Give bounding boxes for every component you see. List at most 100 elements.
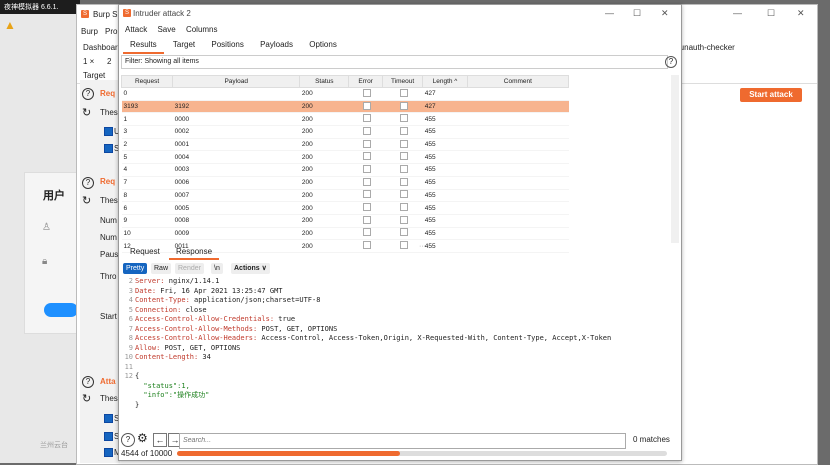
cell-payload: 0007 — [172, 189, 300, 203]
cell-comment — [467, 176, 569, 190]
cell-error — [348, 239, 383, 253]
section-title: Atta — [100, 377, 116, 386]
response-line: "status":1, — [121, 382, 677, 392]
table-row[interactable]: 0 200 427 — [121, 87, 569, 101]
cell-request: 3 — [121, 125, 173, 139]
newline-button[interactable]: \n — [211, 263, 223, 274]
burp-menu-burp[interactable]: Burp — [81, 27, 98, 36]
col-request[interactable]: Request — [120, 75, 174, 88]
cell-error — [348, 87, 383, 101]
refresh-icon[interactable]: ↻ — [82, 194, 91, 207]
cell-error — [348, 138, 383, 152]
table-row[interactable]: 3193 3192 200 427 — [121, 100, 569, 114]
tab-request[interactable]: Request — [123, 245, 167, 258]
table-row[interactable]: 4 0003 200 455 — [121, 163, 569, 177]
response-line: 3 Date: Fri, 16 Apr 2021 13:25:47 GMT — [121, 287, 677, 297]
cell-error — [348, 176, 383, 190]
burp-target-tab[interactable]: Target — [83, 71, 105, 80]
render-button[interactable]: Render — [175, 263, 204, 274]
burp-subtab-1[interactable]: 1 × — [83, 57, 94, 66]
help-icon[interactable]: ? — [82, 177, 94, 189]
checkbox[interactable] — [104, 448, 113, 457]
burp-extension-tab[interactable]: -unauth-checker — [677, 43, 735, 52]
actions-button[interactable]: Actions ∨ — [231, 263, 270, 274]
gear-icon[interactable]: ⚙ — [137, 431, 148, 445]
refresh-icon[interactable]: ↻ — [82, 392, 91, 405]
menu-save[interactable]: Save — [157, 25, 175, 34]
table-row[interactable]: 7 0006 200 455 — [121, 176, 569, 190]
cell-length: 427 — [422, 87, 468, 101]
cell-request: 8 — [121, 189, 173, 203]
back-arrow-icon[interactable]: ← — [153, 433, 167, 447]
col-payload[interactable]: Payload — [172, 75, 301, 88]
burp-subtab-2[interactable]: 2 — [107, 57, 111, 66]
tab-options[interactable]: Options — [302, 37, 344, 52]
cell-status: 200 — [299, 239, 349, 253]
help-icon[interactable]: ? — [121, 433, 135, 447]
login-button[interactable] — [44, 303, 78, 317]
close-icon[interactable]: ✕ — [797, 8, 805, 19]
cell-request: 10 — [121, 227, 173, 241]
raw-button[interactable]: Raw — [151, 263, 172, 274]
col-timeout[interactable]: Timeout — [381, 75, 424, 88]
start-attack-button[interactable]: Start attack — [740, 88, 802, 102]
table-row[interactable]: 5 0004 200 455 — [121, 150, 569, 165]
menu-attack[interactable]: Attack — [125, 25, 147, 34]
minimize-icon[interactable]: — — [605, 8, 614, 18]
cell-comment — [467, 150, 569, 165]
checkbox[interactable] — [104, 414, 113, 423]
menu-columns[interactable]: Columns — [186, 25, 218, 34]
cell-comment — [467, 239, 569, 253]
cell-comment — [467, 112, 569, 127]
filter-bar[interactable]: Filter: Showing all items — [121, 55, 668, 69]
help-icon[interactable]: ? — [82, 88, 94, 100]
cell-length: 455 — [422, 189, 468, 203]
maximize-icon[interactable]: ☐ — [633, 8, 641, 19]
cell-error — [348, 227, 383, 241]
col-status[interactable]: Status — [299, 75, 350, 88]
intruder-menu: Attack Save Columns — [125, 25, 226, 34]
response-line: 12{ — [121, 372, 677, 382]
close-icon[interactable]: ✕ — [661, 8, 669, 19]
checkbox[interactable] — [104, 432, 113, 441]
splitter-handle[interactable]: ··· — [419, 243, 431, 250]
checkbox — [362, 190, 371, 199]
intruder-logo-icon: S — [123, 9, 131, 17]
minimize-icon[interactable]: — — [733, 8, 742, 18]
cell-error — [348, 163, 383, 177]
tab-results[interactable]: Results — [123, 37, 164, 54]
tab-payloads[interactable]: Payloads — [253, 37, 300, 52]
response-body[interactable]: 2 Server: nginx/1.14.1 3 Date: Fri, 16 Apr … — [121, 277, 677, 431]
help-icon[interactable]: ? — [665, 56, 677, 68]
checkbox[interactable] — [104, 144, 113, 153]
table-row[interactable]: 2 0001 200 455 — [121, 138, 569, 152]
tab-response[interactable]: Response — [169, 245, 220, 260]
cell-comment — [467, 189, 569, 203]
search-input[interactable] — [179, 433, 626, 449]
table-row[interactable]: 1 0000 200 455 — [121, 112, 569, 127]
burp-menu-project[interactable]: Pro — [105, 27, 117, 36]
col-error[interactable]: Error — [348, 75, 383, 88]
refresh-icon[interactable]: ↻ — [82, 106, 91, 119]
table-row[interactable]: 8 0007 200 455 — [121, 189, 569, 203]
checkbox[interactable] — [104, 127, 113, 136]
col-length[interactable]: Length ^ — [422, 75, 468, 88]
table-row[interactable]: 3 0002 200 455 — [121, 125, 569, 139]
response-line: 9 Allow: POST, GET, OPTIONS — [121, 344, 677, 354]
maximize-icon[interactable]: ☐ — [767, 8, 775, 19]
cell-timeout — [382, 214, 423, 228]
tab-positions[interactable]: Positions — [204, 37, 250, 52]
table-row[interactable]: 10 0009 200 455 — [121, 227, 569, 241]
emulator-titlebar: 夜神模拟器 6.6.1. — [0, 0, 80, 14]
table-row[interactable]: 6 0005 200 455 — [121, 201, 569, 215]
table-scrollbar[interactable] — [671, 75, 679, 243]
col-comment[interactable]: Comment — [466, 75, 570, 88]
tab-target[interactable]: Target — [166, 37, 202, 52]
table-row[interactable]: 9 0008 200 455 — [121, 214, 569, 228]
header-value: 34 — [198, 353, 211, 361]
pretty-button[interactable]: Pretty — [123, 263, 148, 274]
help-icon[interactable]: ? — [82, 376, 94, 388]
checkbox — [399, 228, 408, 237]
checkbox — [399, 152, 408, 161]
burp-tab-dashboard[interactable]: Dashboar — [83, 43, 118, 52]
